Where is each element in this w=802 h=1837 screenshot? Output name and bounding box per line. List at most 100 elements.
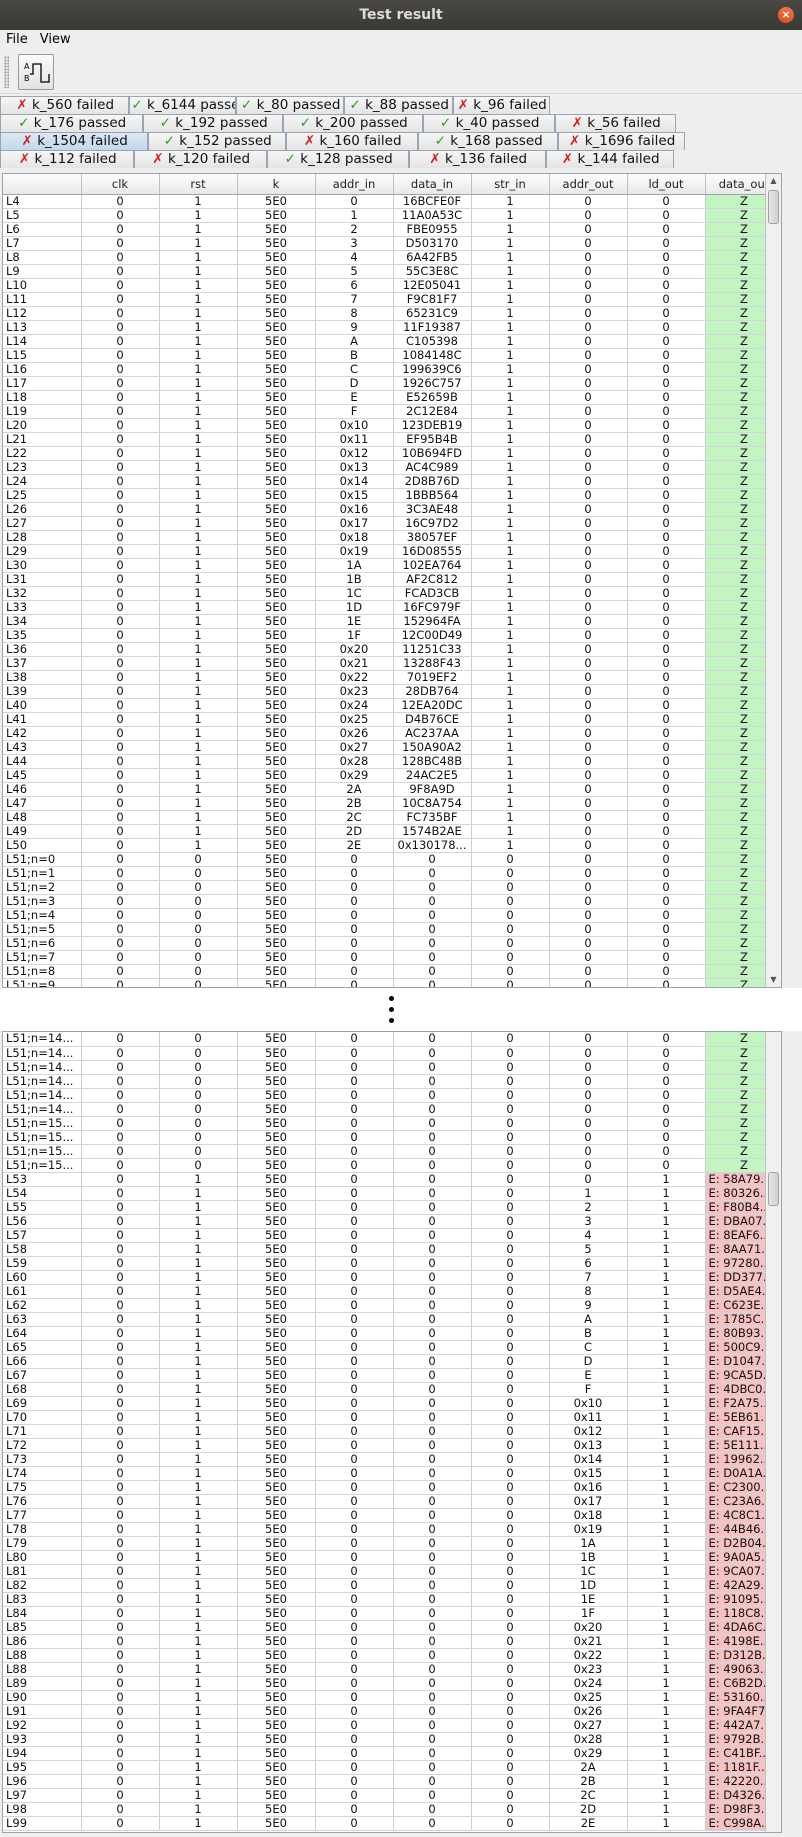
tab-k-200[interactable]: ✓ k_200 passed: [283, 114, 423, 132]
table-row[interactable]: L83 0 1 5E0 0 0 0 1E 1 E: 91095...: [3, 1592, 781, 1607]
table-row[interactable]: L54 0 1 5E0 0 0 0 1 1 E: 80326...: [3, 1186, 781, 1201]
tab-k-6144[interactable]: ✓k_6144 passed: [129, 96, 236, 114]
table-row[interactable]: L39 0 1 5E0 0x23 28DB764 1 0 0 Z: [3, 684, 781, 699]
tab-k-80[interactable]: ✓ k_80 passed: [236, 96, 344, 114]
tab-k-56[interactable]: ✗ k_56 failed: [555, 114, 676, 132]
tab-k-160[interactable]: ✗ k_160 failed: [286, 132, 418, 150]
table-row[interactable]: L19 0 1 5E0 F 2C12E84 1 0 0 Z: [3, 404, 781, 419]
table-row[interactable]: L61 0 1 5E0 0 0 0 8 1 E: D5AE4...: [3, 1284, 781, 1299]
table-row[interactable]: L25 0 1 5E0 0x15 1BBB564 1 0 0 Z: [3, 488, 781, 503]
table-row[interactable]: L67 0 1 5E0 0 0 0 E 1 E: 9CA5D...: [3, 1368, 781, 1383]
table-row[interactable]: L4 0 1 5E0 0 16BCFE0F 1 0 0 Z: [3, 194, 781, 209]
table-row[interactable]: L46 0 1 5E0 2A 9F8A9D 1 0 0 Z: [3, 782, 781, 797]
table-row[interactable]: L44 0 1 5E0 0x28 128BC48B 1 0 0 Z: [3, 754, 781, 769]
tab-k-1696[interactable]: ✗ k_1696 failed: [558, 132, 685, 150]
table-row[interactable]: L51;n=2 0 0 5E0 0 0 0 0 0 Z: [3, 880, 781, 895]
column-header-clk[interactable]: clk: [81, 174, 160, 195]
menu-file[interactable]: File: [0, 30, 34, 50]
column-header-str_in[interactable]: str_in: [471, 174, 550, 195]
table-row[interactable]: L22 0 1 5E0 0x12 10B694FD 1 0 0 Z: [3, 446, 781, 461]
table-row[interactable]: L51;n=4 0 0 5E0 0 0 0 0 0 Z: [3, 908, 781, 923]
table-row[interactable]: L51;n=8 0 0 5E0 0 0 0 0 0 Z: [3, 964, 781, 979]
table-row[interactable]: L36 0 1 5E0 0x20 11251C33 1 0 0 Z: [3, 642, 781, 657]
table-row[interactable]: L77 0 1 5E0 0 0 0 0x18 1 E: 4C8C1...: [3, 1508, 781, 1523]
table-row[interactable]: L6 0 1 5E0 2 FBE0955 1 0 0 Z: [3, 222, 781, 237]
table-row[interactable]: L88 0 1 5E0 0 0 0 0x23 1 E: 49063...: [3, 1662, 781, 1677]
table-row[interactable]: L9 0 1 5E0 5 55C3E8C 1 0 0 Z: [3, 264, 781, 279]
table-row[interactable]: L20 0 1 5E0 0x10 123DEB19 1 0 0 Z: [3, 418, 781, 433]
table-row[interactable]: L62 0 1 5E0 0 0 0 9 1 E: C623E...: [3, 1298, 781, 1313]
table-row[interactable]: L11 0 1 5E0 7 F9C81F7 1 0 0 Z: [3, 292, 781, 307]
column-header-row[interactable]: [3, 174, 82, 195]
table-row[interactable]: L85 0 1 5E0 0 0 0 0x20 1 E: 4DA6C...: [3, 1620, 781, 1635]
scroll-down-icon[interactable]: ▼: [766, 973, 781, 987]
tab-k-1504[interactable]: ✗ k_1504 failed: [0, 132, 148, 150]
table-row[interactable]: L37 0 1 5E0 0x21 13288F43 1 0 0 Z: [3, 656, 781, 671]
table-row[interactable]: L5 0 1 5E0 1 11A0A53C 1 0 0 Z: [3, 208, 781, 223]
table-row[interactable]: L73 0 1 5E0 0 0 0 0x14 1 E: 19962...: [3, 1452, 781, 1467]
table-row[interactable]: L55 0 1 5E0 0 0 0 2 1 E: F80B4...: [3, 1200, 781, 1215]
table-row[interactable]: L16 0 1 5E0 C 199639C6 1 0 0 Z: [3, 362, 781, 377]
tab-k-40[interactable]: ✓ k_40 passed: [423, 114, 555, 132]
table-row[interactable]: L40 0 1 5E0 0x24 12EA20DC 1 0 0 Z: [3, 698, 781, 713]
tab-k-88[interactable]: ✓ k_88 passed: [344, 96, 453, 114]
column-header-ld_out[interactable]: ld_out: [627, 174, 706, 195]
table-row[interactable]: L8 0 1 5E0 4 6A42FB5 1 0 0 Z: [3, 250, 781, 265]
table-row[interactable]: L56 0 1 5E0 0 0 0 3 1 E: DBA07...: [3, 1214, 781, 1229]
table-row[interactable]: L84 0 1 5E0 0 0 0 1F 1 E: 118C8...: [3, 1606, 781, 1621]
table-row[interactable]: L51;n=3 0 0 5E0 0 0 0 0 0 Z: [3, 894, 781, 909]
table-row[interactable]: L72 0 1 5E0 0 0 0 0x13 1 E: 5E111...: [3, 1438, 781, 1453]
table-row[interactable]: L29 0 1 5E0 0x19 16D08555 1 0 0 Z: [3, 544, 781, 559]
column-header-data_in[interactable]: data_in: [393, 174, 472, 195]
table-row[interactable]: L92 0 1 5E0 0 0 0 0x27 1 E: 442A7...: [3, 1718, 781, 1733]
tab-k-176[interactable]: ✓ k_176 passed: [0, 114, 143, 132]
table-row[interactable]: L45 0 1 5E0 0x29 24AC2E5 1 0 0 Z: [3, 768, 781, 783]
table-row[interactable]: L50 0 1 5E0 2E 0x130178... 1 0 0 Z: [3, 838, 781, 853]
table-row[interactable]: L88 0 1 5E0 0 0 0 0x22 1 E: D312B...: [3, 1648, 781, 1663]
table-row[interactable]: L10 0 1 5E0 6 12E05041 1 0 0 Z: [3, 278, 781, 293]
column-header-addr_out[interactable]: addr_out: [549, 174, 628, 195]
table-row[interactable]: L30 0 1 5E0 1A 102EA764 1 0 0 Z: [3, 558, 781, 573]
table-row[interactable]: L51;n=14... 0 0 5E0 0 0 0 0 0 Z: [3, 1088, 781, 1103]
table-row[interactable]: L69 0 1 5E0 0 0 0 0x10 1 E: F2A75...: [3, 1396, 781, 1411]
table-row[interactable]: L28 0 1 5E0 0x18 38057EF 1 0 0 Z: [3, 530, 781, 545]
table-row[interactable]: L32 0 1 5E0 1C FCAD3CB 1 0 0 Z: [3, 586, 781, 601]
table-row[interactable]: L86 0 1 5E0 0 0 0 0x21 1 E: 4198E...: [3, 1634, 781, 1649]
tab-k-128[interactable]: ✓ k_128 passed: [267, 150, 409, 168]
table-row[interactable]: L51;n=15... 0 0 5E0 0 0 0 0 0 Z: [3, 1116, 781, 1131]
table-row[interactable]: L93 0 1 5E0 0 0 0 0x28 1 E: 9792B...: [3, 1732, 781, 1747]
table-row[interactable]: L82 0 1 5E0 0 0 0 1D 1 E: 42A29...: [3, 1578, 781, 1593]
table-row[interactable]: L78 0 1 5E0 0 0 0 0x19 1 E: 44B46...: [3, 1522, 781, 1537]
table-row[interactable]: L51;n=5 0 0 5E0 0 0 0 0 0 Z: [3, 922, 781, 937]
table-row[interactable]: L51;n=14... 0 0 5E0 0 0 0 0 0 Z: [3, 1102, 781, 1117]
table-row[interactable]: L51;n=14... 0 0 5E0 0 0 0 0 0 Z: [3, 1074, 781, 1089]
waveform-button[interactable]: A B: [18, 54, 54, 90]
table-row[interactable]: L96 0 1 5E0 0 0 0 2B 1 E: 42220...: [3, 1774, 781, 1789]
table-row[interactable]: L51;n=7 0 0 5E0 0 0 0 0 0 Z: [3, 950, 781, 965]
table-row[interactable]: L51;n=14... 0 0 5E0 0 0 0 0 0 Z: [3, 1032, 781, 1047]
scroll-thumb[interactable]: [768, 1172, 779, 1206]
table-row[interactable]: L90 0 1 5E0 0 0 0 0x25 1 E: 53160...: [3, 1690, 781, 1705]
tab-k-96[interactable]: ✗ k_96 failed: [453, 96, 550, 114]
table-row[interactable]: L91 0 1 5E0 0 0 0 0x26 1 E: 9FA4F7...: [3, 1704, 781, 1719]
table-row[interactable]: L95 0 1 5E0 0 0 0 2A 1 E: 1181F...: [3, 1760, 781, 1775]
table-row[interactable]: L48 0 1 5E0 2C FC735BF 1 0 0 Z: [3, 810, 781, 825]
vertical-scrollbar[interactable]: ▲ ▼: [765, 174, 781, 987]
table-row[interactable]: L76 0 1 5E0 0 0 0 0x17 1 E: C23A6...: [3, 1494, 781, 1509]
table-row[interactable]: L35 0 1 5E0 1F 12C00D49 1 0 0 Z: [3, 628, 781, 643]
tab-k-112[interactable]: ✗ k_112 failed: [0, 150, 134, 168]
table-row[interactable]: L57 0 1 5E0 0 0 0 4 1 E: 8EAF6...: [3, 1228, 781, 1243]
table-row[interactable]: L64 0 1 5E0 0 0 0 B 1 E: 80B93...: [3, 1326, 781, 1341]
table-row[interactable]: L7 0 1 5E0 3 D503170 1 0 0 Z: [3, 236, 781, 251]
scroll-thumb[interactable]: [768, 190, 779, 224]
table-row[interactable]: L33 0 1 5E0 1D 16FC979F 1 0 0 Z: [3, 600, 781, 615]
table-row[interactable]: L18 0 1 5E0 E E52659B 1 0 0 Z: [3, 390, 781, 405]
table-row[interactable]: L53 0 1 5E0 0 0 0 0 1 E: 58A79...: [3, 1172, 781, 1187]
table-row[interactable]: L74 0 1 5E0 0 0 0 0x15 1 E: D0A1A...: [3, 1466, 781, 1481]
table-row[interactable]: L75 0 1 5E0 0 0 0 0x16 1 E: C2300...: [3, 1480, 781, 1495]
menu-view[interactable]: View: [34, 30, 77, 50]
table-row[interactable]: L51;n=15... 0 0 5E0 0 0 0 0 0 Z: [3, 1144, 781, 1159]
table-row[interactable]: L12 0 1 5E0 8 65231C9 1 0 0 Z: [3, 306, 781, 321]
table-row[interactable]: L38 0 1 5E0 0x22 7019EF2 1 0 0 Z: [3, 670, 781, 685]
table-row[interactable]: L59 0 1 5E0 0 0 0 6 1 E: 97280...: [3, 1256, 781, 1271]
